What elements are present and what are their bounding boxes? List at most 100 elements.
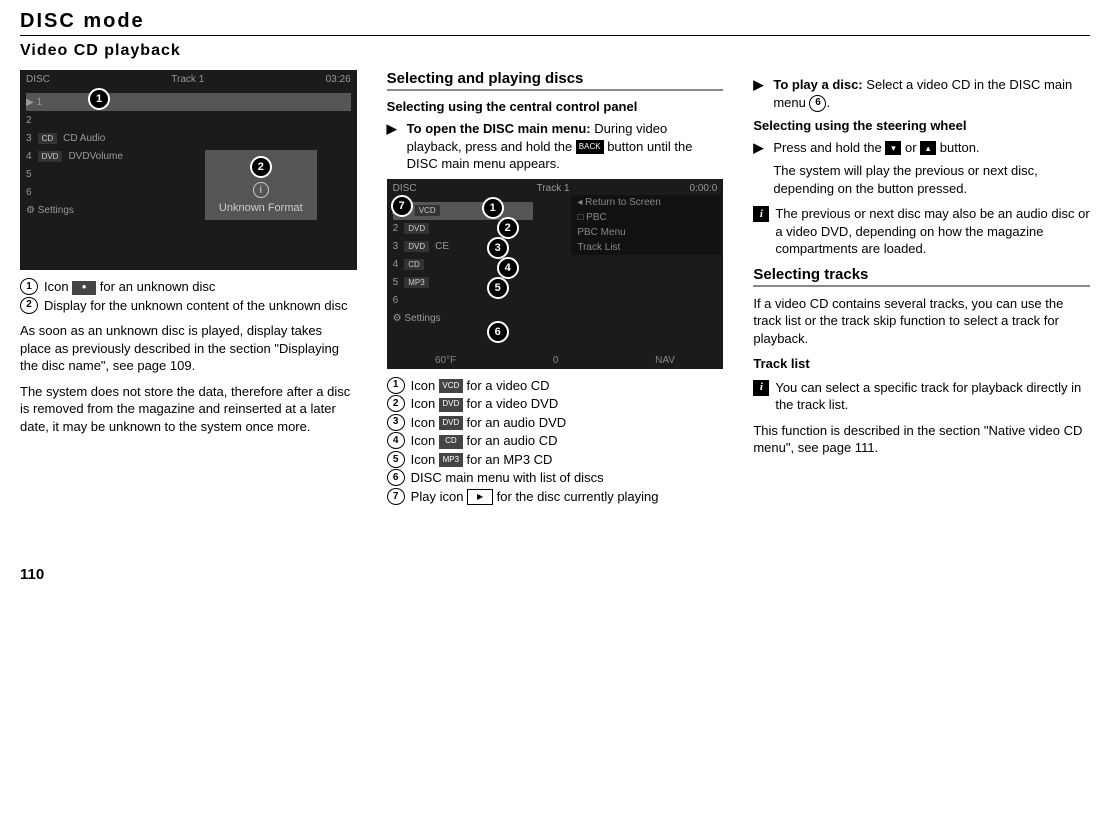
cap2-text-6: DISC main menu with list of discs	[411, 469, 604, 487]
step-text-play-disc: To play a disc: Select a video CD in the…	[773, 76, 1090, 112]
info-icon-1: i	[753, 206, 769, 222]
cap2-text-5: Icon MP3 for an MP3 CD	[411, 451, 553, 469]
back-button-icon: BACK	[576, 140, 604, 154]
cap2-num-4: 4	[387, 432, 405, 449]
section-underline-2	[753, 285, 1090, 287]
vcd-icon: VCD	[439, 379, 463, 393]
paragraph-2: The system does not store the data, ther…	[20, 383, 357, 436]
screen2-row-3: 3 DVD CE	[393, 238, 533, 256]
column-3: ▶ To play a disc: Select a video CD in t…	[753, 70, 1090, 506]
screenshot-disc-main-menu: DISC Track 1 0:00:0 ▶ 1 VCD 2 DVD 3 DVD …	[387, 179, 724, 369]
page-number: 110	[20, 566, 1090, 583]
sub-heading-central-panel: Selecting using the central control pane…	[387, 99, 724, 114]
submenu-pbc: □ PBC	[571, 210, 721, 225]
unknown-format-panel: 2 i Unknown Format	[205, 150, 317, 220]
callout-1-badge: 1	[88, 88, 110, 110]
unknown-format-text: Unknown Format	[219, 202, 303, 214]
subtitle: Video CD playback	[20, 42, 1090, 60]
paragraph-1: As soon as an unknown disc is played, di…	[20, 322, 357, 375]
step-body-prev-next: The system will play the previous or nex…	[773, 162, 1090, 197]
sub-heading-steering-wheel: Selecting using the steering wheel	[753, 118, 1090, 133]
caption-text-2: Display for the unknown content of the u…	[44, 297, 348, 315]
callout-2b-badge: 2	[497, 217, 519, 239]
caption-text-1: Icon ● for an unknown disc	[44, 278, 215, 296]
paragraph-4: This function is described in the sectio…	[753, 422, 1090, 457]
screen2-submenu: ◂ Return to Screen □ PBC PBC Menu Track …	[571, 195, 721, 255]
info-text-2: You can select a specific track for play…	[775, 379, 1090, 414]
cap2-num-1: 1	[387, 377, 405, 394]
section-underline-1	[387, 89, 724, 91]
callout-2-badge: 2	[250, 156, 272, 178]
ref-6-badge: 6	[809, 95, 826, 112]
cap2-num-7: 7	[387, 488, 405, 505]
cap2-text-7: Play icon ▶ for the disc currently playi…	[411, 488, 659, 506]
screen-label-time: 03:26	[326, 74, 351, 85]
screen-bottom-bar	[20, 253, 357, 270]
video-dvd-icon: DVD	[439, 398, 463, 412]
screen2-label-time: 0:00:0	[690, 183, 718, 194]
cap2-num-3: 3	[387, 414, 405, 431]
callout-3-badge: 3	[487, 237, 509, 259]
section-heading-selecting-playing: Selecting and playing discs	[387, 70, 724, 87]
info-icon: i	[253, 182, 269, 198]
step-text-steering-wheel: Press and hold the ▾ or ▴ button. The sy…	[773, 139, 1090, 198]
step-text-1: To open the DISC main menu: During video…	[407, 120, 724, 173]
step-play-disc: ▶ To play a disc: Select a video CD in t…	[753, 76, 1090, 112]
screenshot-unknown-disc: DISC Track 1 03:26 ▶ 1 2 3 CD CD Audio 4…	[20, 70, 357, 270]
up-button-icon: ▴	[920, 141, 936, 155]
cap2-text-1: Icon VCD for a video CD	[411, 377, 550, 395]
column-1: DISC Track 1 03:26 ▶ 1 2 3 CD CD Audio 4…	[20, 70, 357, 506]
screen-row-2: 2	[26, 111, 351, 129]
screen2-bottom-bar: 60°F 0 NAV	[387, 352, 724, 369]
audio-dvd-icon: DVD	[439, 416, 463, 430]
caption-num-2: 2	[20, 297, 38, 314]
caption-num-1: 1	[20, 278, 38, 295]
cap2-num-6: 6	[387, 469, 405, 486]
callout-7-badge: 7	[391, 195, 413, 217]
mp3-cd-icon: MP3	[439, 453, 463, 467]
screen-top-bar: DISC Track 1 03:26	[20, 70, 357, 89]
info-note-1: i The previous or next disc may also be …	[753, 205, 1090, 258]
screen2-zero: 0	[553, 355, 559, 366]
submenu-return: ◂ Return to Screen	[571, 195, 721, 210]
callout-5-badge: 5	[487, 277, 509, 299]
screen-label-disc: DISC	[26, 74, 50, 85]
callout-6-badge: 6	[487, 321, 509, 343]
sub-heading-track-list: Track list	[753, 356, 1090, 371]
submenu-track-list: Track List	[571, 240, 721, 255]
info-note-2: i You can select a specific track for pl…	[753, 379, 1090, 414]
cap2-num-5: 5	[387, 451, 405, 468]
info-text-1: The previous or next disc may also be an…	[775, 205, 1090, 258]
screen2-label-disc: DISC	[393, 183, 417, 194]
step-open-disc-menu: ▶ To open the DISC main menu: During vid…	[387, 120, 724, 173]
audio-cd-icon: CD	[439, 435, 463, 449]
screen2-row-settings: ⚙ Settings	[393, 310, 533, 328]
caption-list-1: 1 Icon ● for an unknown disc 2 Display f…	[20, 278, 357, 314]
step-steering-wheel: ▶ Press and hold the ▾ or ▴ button. The …	[753, 139, 1090, 198]
callout-1b-badge: 1	[482, 197, 504, 219]
column-2: Selecting and playing discs Selecting us…	[387, 70, 724, 506]
caption-list-2: 1 Icon VCD for a video CD 2 Icon DVD for a…	[387, 377, 724, 506]
screen-label-track: Track 1	[171, 74, 204, 85]
section-heading-selecting-tracks: Selecting tracks	[753, 266, 1090, 283]
screen2-temp: 60°F	[435, 355, 456, 366]
page-title: DISC mode	[20, 10, 1090, 33]
cap2-text-4: Icon CD for an audio CD	[411, 432, 558, 450]
title-rule	[20, 35, 1090, 36]
submenu-pbc-menu: PBC Menu	[571, 225, 721, 240]
screen-row-1: ▶ 1	[26, 93, 351, 111]
info-icon-2: i	[753, 380, 769, 396]
screen2-label-track: Track 1	[537, 183, 570, 194]
cap2-num-2: 2	[387, 395, 405, 412]
unknown-disc-icon: ●	[72, 281, 96, 295]
screen2-row-6: 6	[393, 292, 533, 310]
step-arrow-icon-3a: ▶	[753, 76, 765, 112]
step-arrow-icon-3b: ▶	[753, 139, 765, 198]
callout-4-badge: 4	[497, 257, 519, 279]
down-button-icon: ▾	[885, 141, 901, 155]
screen2-nav: NAV	[655, 355, 675, 366]
screen-row-3: 3 CD CD Audio	[26, 129, 351, 147]
cap2-text-3: Icon DVD for an audio DVD	[411, 414, 567, 432]
content-columns: DISC Track 1 03:26 ▶ 1 2 3 CD CD Audio 4…	[20, 70, 1090, 506]
play-icon: ▶	[467, 489, 493, 505]
